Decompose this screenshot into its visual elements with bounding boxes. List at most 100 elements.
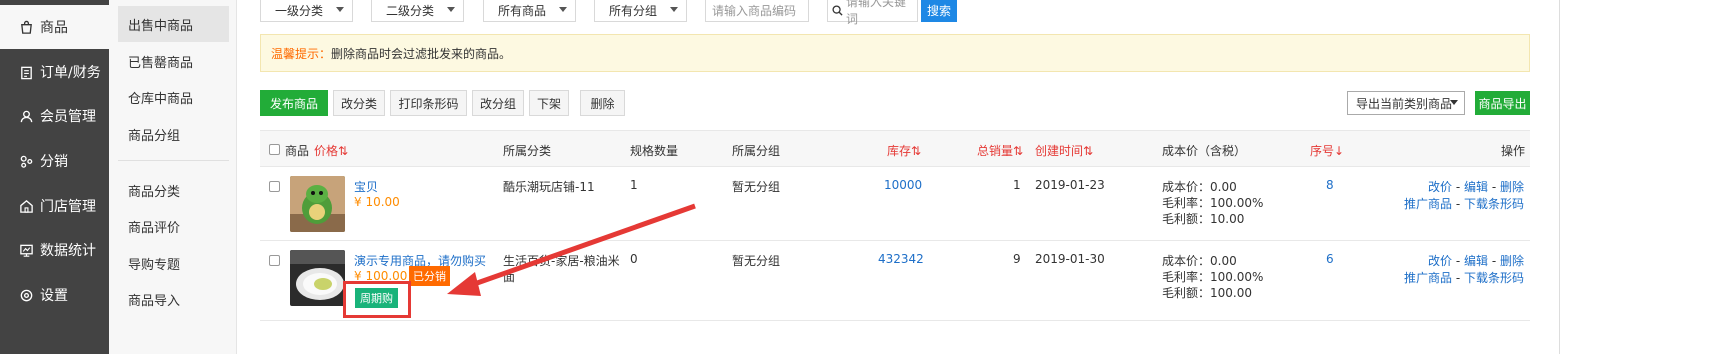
select-value: 一级分类 [275, 3, 324, 18]
goods-sales: 9 [1013, 252, 1021, 266]
subnav-item-reviews[interactable]: 商品评价 [118, 208, 229, 244]
row-checkbox[interactable] [269, 181, 280, 192]
scrollbar-track[interactable] [1559, 0, 1560, 354]
main-nav: 商品 订单/财务 会员管理 分销 门店管理 数据统计 设置 [0, 0, 109, 354]
op-separator: - [1488, 254, 1500, 268]
row-ops-line2: 推广商品 - 下载条形码 [1404, 195, 1524, 212]
nav-item-goods[interactable]: 商品 [0, 5, 109, 49]
goods-name-link[interactable]: 宝贝 [354, 178, 378, 195]
nav-item-members[interactable]: 会员管理 [0, 94, 109, 138]
subnav-item-warehouse[interactable]: 仓库中商品 [118, 79, 229, 115]
nav-item-label: 数据统计 [40, 243, 96, 259]
print-barcode-button[interactable]: 打印条形码 [390, 90, 467, 116]
subnav-item-import[interactable]: 商品导入 [118, 281, 229, 317]
caret-down-icon [1450, 100, 1458, 105]
gross-profit: 毛利额：100.00 [1162, 286, 1252, 300]
nav-item-label: 分销 [40, 154, 68, 170]
row-ops-line1: 改价 - 编辑 - 删除 [1428, 252, 1524, 269]
download-barcode-link[interactable]: 下载条形码 [1464, 271, 1524, 285]
goods-status-select[interactable]: 所有商品 [483, 0, 576, 22]
nav-item-settings[interactable]: 设置 [0, 273, 109, 317]
subnav-item-on-sale[interactable]: 出售中商品 [118, 6, 229, 42]
goods-thumbnail[interactable] [290, 176, 345, 232]
delete-button[interactable]: 删除 [580, 90, 625, 116]
publish-goods-button[interactable]: 发布商品 [260, 90, 328, 116]
nav-item-stores[interactable]: 门店管理 [0, 184, 109, 228]
header-stock-sort[interactable]: 库存⇅ [887, 142, 921, 159]
search-icon [832, 4, 843, 16]
op-separator: - [1452, 180, 1464, 194]
monitor-icon [18, 242, 34, 258]
delete-link[interactable]: 删除 [1500, 180, 1524, 194]
select-value: 所有商品 [498, 3, 547, 18]
change-group-button[interactable]: 改分组 [472, 90, 524, 116]
nav-item-orders[interactable]: 订单/财务 [0, 50, 109, 94]
group-select[interactable]: 所有分组 [594, 0, 687, 22]
goods-code-input[interactable]: 请输入商品编码 [705, 0, 809, 22]
nav-item-distribution[interactable]: 分销 [0, 139, 109, 183]
goods-stock[interactable]: 432342 [878, 252, 924, 266]
search-button[interactable]: 搜索 [921, 0, 958, 22]
change-price-link[interactable]: 改价 [1428, 180, 1452, 194]
table-header: 商品 价格⇅ 所属分类 规格数量 所属分组 库存⇅ 总销量⇅ 创建时间⇅ 成本价… [260, 130, 1530, 167]
food-dish-image [290, 250, 345, 306]
header-created-sort[interactable]: 创建时间⇅ [1035, 142, 1093, 159]
change-category-button[interactable]: 改分类 [333, 90, 385, 116]
promote-link[interactable]: 推广商品 [1404, 197, 1452, 211]
select-all-checkbox[interactable] [269, 144, 280, 155]
select-value: 二级分类 [386, 3, 435, 18]
goods-thumbnail[interactable] [290, 250, 345, 306]
gross-profit: 毛利额：10.00 [1162, 212, 1245, 226]
promote-link[interactable]: 推广商品 [1404, 271, 1452, 285]
header-price-sort[interactable]: 价格⇅ [314, 142, 348, 159]
subnav-item-categories[interactable]: 商品分类 [118, 172, 229, 208]
op-separator: - [1452, 254, 1464, 268]
goods-group: 暂无分组 [732, 254, 781, 268]
header-seq-sort[interactable]: 序号↓ [1310, 142, 1344, 159]
header-cost: 成本价（含税） [1162, 144, 1247, 158]
edit-link[interactable]: 编辑 [1464, 180, 1488, 194]
subnav-item-topics[interactable]: 导购专题 [118, 245, 229, 281]
subnav-item-groups[interactable]: 商品分组 [118, 116, 229, 152]
goods-sales: 1 [1013, 178, 1021, 192]
keyword-input[interactable]: 请输入关键词 [827, 0, 918, 26]
goods-group: 暂无分组 [732, 180, 781, 194]
notice-banner: 温馨提示： 删除商品时会过滤批发来的商品。 [260, 34, 1530, 72]
caret-down-icon [447, 7, 455, 12]
unlist-button[interactable]: 下架 [529, 90, 569, 116]
header-sales-sort[interactable]: 总销量⇅ [977, 142, 1023, 159]
keyword-placeholder: 请输入关键词 [846, 0, 907, 26]
export-type-select[interactable]: 导出当前类别商品 [1347, 91, 1465, 115]
select-value: 所有分组 [609, 3, 658, 18]
main-content: 一级分类 二级分类 所有商品 所有分组 请输入商品编码 请输入关键词 搜索 温馨… [237, 0, 1557, 354]
delete-link[interactable]: 删除 [1500, 254, 1524, 268]
change-price-link[interactable]: 改价 [1428, 254, 1452, 268]
nav-item-label: 商品 [40, 20, 68, 36]
header-spec-count: 规格数量 [630, 144, 679, 158]
header-group: 所属分组 [732, 144, 781, 158]
goods-seq[interactable]: 8 [1326, 178, 1334, 192]
caret-down-icon [559, 7, 567, 12]
share-icon [18, 153, 34, 169]
row-checkbox[interactable] [269, 255, 280, 266]
goods-created: 2019-01-23 [1035, 178, 1105, 192]
caret-down-icon [670, 7, 678, 12]
op-separator: - [1452, 271, 1464, 285]
edit-link[interactable]: 编辑 [1464, 254, 1488, 268]
row-ops-line1: 改价 - 编辑 - 删除 [1428, 178, 1524, 195]
notice-text: 删除商品时会过滤批发来的商品。 [331, 46, 512, 61]
op-separator: - [1488, 180, 1500, 194]
op-separator: - [1452, 197, 1464, 211]
goods-stock[interactable]: 10000 [884, 178, 922, 192]
highlight-box [343, 281, 411, 318]
category1-select[interactable]: 一级分类 [260, 0, 353, 22]
caret-down-icon [336, 7, 344, 12]
category2-select[interactable]: 二级分类 [371, 0, 464, 22]
goods-seq[interactable]: 6 [1326, 252, 1334, 266]
store-icon [18, 198, 34, 214]
notice-lead: 温馨提示： [271, 46, 332, 61]
export-goods-button[interactable]: 商品导出 [1475, 91, 1530, 115]
nav-item-stats[interactable]: 数据统计 [0, 228, 109, 272]
subnav-item-sold-out[interactable]: 已售罄商品 [118, 43, 229, 79]
download-barcode-link[interactable]: 下载条形码 [1464, 197, 1524, 211]
